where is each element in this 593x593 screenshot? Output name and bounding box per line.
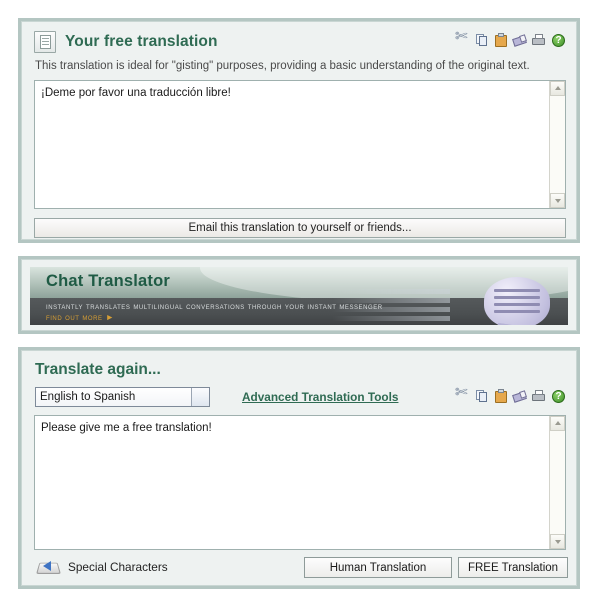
special-characters-label: Special Characters	[68, 560, 168, 574]
translated-text-value[interactable]: ¡Deme por favor una traducción libre!	[35, 81, 549, 208]
erase-icon[interactable]	[513, 33, 528, 48]
keyboard-key-icon	[38, 558, 60, 576]
chat-translator-banner[interactable]: Chat Translator Instantly translates mul…	[30, 267, 568, 325]
language-pair-select[interactable]: English to Spanish	[35, 387, 210, 407]
again-toolbar	[455, 385, 566, 404]
panel-header: Your free translation	[34, 31, 218, 53]
banner-tagline: Instantly translates multilingual conver…	[46, 301, 383, 311]
scroll-track[interactable]	[550, 431, 565, 534]
help-icon[interactable]	[551, 389, 566, 404]
translate-again-panel-body: Translate again... English to Spanish Ad…	[21, 350, 577, 586]
find-out-more-link[interactable]: Find out more ►	[46, 312, 115, 322]
page-title: Your free translation	[65, 33, 218, 50]
print-icon[interactable]	[532, 33, 547, 48]
email-translation-button[interactable]: Email this translation to yourself or fr…	[34, 218, 566, 238]
banner-title: Chat Translator	[46, 272, 171, 290]
translated-text-area[interactable]: ¡Deme por favor una traducción libre!	[34, 80, 566, 209]
source-text-scrollbar[interactable]	[549, 416, 565, 549]
scroll-up-icon[interactable]	[550, 416, 565, 431]
special-characters-button[interactable]: Special Characters	[38, 558, 168, 576]
scroll-down-icon[interactable]	[550, 534, 565, 549]
free-translation-label: FREE Translation	[467, 561, 559, 574]
free-translation-panel-body: Your free translation This translation i…	[21, 21, 577, 240]
paste-icon[interactable]	[494, 33, 509, 48]
scroll-track[interactable]	[550, 96, 565, 193]
free-translation-button[interactable]: FREE Translation	[458, 557, 568, 578]
scroll-up-icon[interactable]	[550, 81, 565, 96]
speech-bubble-icon	[484, 277, 550, 325]
chat-translator-panel: Chat Translator Instantly translates mul…	[18, 256, 580, 334]
translation-page: Your free translation This translation i…	[0, 0, 593, 593]
panel-description: This translation is ideal for "gisting" …	[35, 60, 530, 72]
free-translation-panel: Your free translation This translation i…	[18, 18, 580, 243]
language-pair-value: English to Spanish	[40, 391, 136, 403]
print-icon[interactable]	[532, 389, 547, 404]
paste-icon[interactable]	[494, 389, 509, 404]
help-icon[interactable]	[551, 33, 566, 48]
erase-icon[interactable]	[513, 389, 528, 404]
copy-icon[interactable]	[475, 389, 490, 404]
cut-icon[interactable]	[455, 385, 471, 404]
translate-again-panel: Translate again... English to Spanish Ad…	[18, 347, 580, 589]
human-translation-button[interactable]: Human Translation	[304, 557, 452, 578]
document-icon	[34, 31, 56, 53]
chevron-down-icon[interactable]	[191, 388, 209, 406]
source-text-value[interactable]: Please give me a free translation!	[35, 416, 549, 549]
result-toolbar	[455, 29, 566, 48]
chat-translator-panel-body: Chat Translator Instantly translates mul…	[21, 259, 577, 331]
advanced-translation-tools-link[interactable]: Advanced Translation Tools	[242, 390, 398, 404]
scroll-down-icon[interactable]	[550, 193, 565, 208]
cut-icon[interactable]	[455, 29, 471, 48]
email-translation-label: Email this translation to yourself or fr…	[188, 222, 412, 234]
copy-icon[interactable]	[475, 33, 490, 48]
translate-again-title: Translate again...	[35, 361, 161, 378]
source-text-area[interactable]: Please give me a free translation!	[34, 415, 566, 550]
human-translation-label: Human Translation	[329, 561, 427, 574]
translated-text-scrollbar[interactable]	[549, 81, 565, 208]
